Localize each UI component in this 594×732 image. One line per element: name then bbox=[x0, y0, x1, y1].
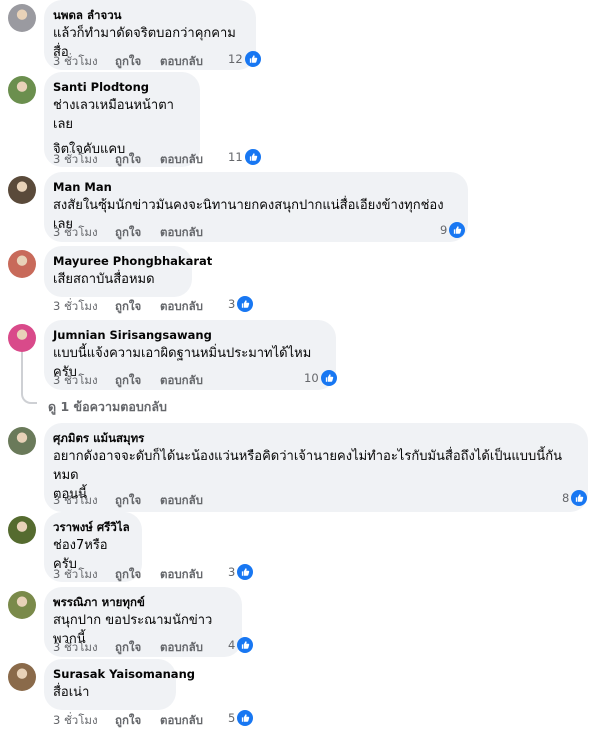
avatar[interactable] bbox=[8, 591, 36, 619]
like-reaction-icon bbox=[237, 296, 254, 312]
reaction-count[interactable]: 12 bbox=[228, 51, 261, 67]
like-button[interactable]: ถูกใจ bbox=[115, 639, 160, 657]
like-button[interactable]: ถูกใจ bbox=[115, 298, 160, 316]
like-button[interactable]: ถูกใจ bbox=[115, 492, 160, 510]
comment-author[interactable]: Santi Plodtong bbox=[53, 79, 188, 96]
like-reaction-icon bbox=[237, 564, 254, 580]
reaction-count[interactable]: 9 bbox=[440, 222, 466, 238]
reaction-number: 8 bbox=[562, 491, 570, 505]
reply-button[interactable]: ตอบกลับ bbox=[160, 372, 203, 390]
reaction-count[interactable]: 11 bbox=[228, 149, 261, 165]
comment-actions: 3 ชั่วโมง ถูกใจ ตอบกลับ bbox=[53, 372, 203, 390]
comment-actions: 3 ชั่วโมง ถูกใจ ตอบกลับ bbox=[53, 712, 203, 730]
comment-author[interactable]: Man Man bbox=[53, 179, 456, 196]
reply-button[interactable]: ตอบกลับ bbox=[160, 298, 203, 316]
comment-author[interactable]: ศุภมิตร แม้นสมุทร bbox=[53, 430, 576, 447]
reaction-count[interactable]: 3 bbox=[228, 296, 254, 312]
reaction-count[interactable]: 5 bbox=[228, 710, 254, 726]
comment-author[interactable]: พรรณิภา หายทุกข์ bbox=[53, 594, 230, 611]
avatar[interactable] bbox=[8, 427, 36, 455]
reaction-number: 9 bbox=[440, 223, 448, 237]
avatar[interactable] bbox=[8, 663, 36, 691]
like-button[interactable]: ถูกใจ bbox=[115, 53, 160, 71]
reaction-count[interactable]: 4 bbox=[228, 637, 254, 653]
comment-actions: 3 ชั่วโมง ถูกใจ ตอบกลับ bbox=[53, 224, 203, 242]
comment-author[interactable]: Mayuree Phongbhakarat bbox=[53, 253, 212, 270]
comment-bubble: Mayuree Phongbhakarat เสียสถาบันสื่อหมด bbox=[44, 246, 212, 297]
reply-button[interactable]: ตอบกลับ bbox=[160, 566, 203, 584]
reaction-count[interactable]: 8 bbox=[562, 490, 588, 506]
like-button[interactable]: ถูกใจ bbox=[115, 224, 160, 242]
comment-author[interactable]: นพดล ลำจวน bbox=[53, 7, 244, 24]
comment-time[interactable]: 3 ชั่วโมง bbox=[53, 53, 115, 71]
reaction-number: 10 bbox=[304, 371, 319, 385]
comment-time[interactable]: 3 ชั่วโมง bbox=[53, 151, 115, 169]
comment-time[interactable]: 3 ชั่วโมง bbox=[53, 639, 115, 657]
like-button[interactable]: ถูกใจ bbox=[115, 712, 160, 730]
comment-actions: 3 ชั่วโมง ถูกใจ ตอบกลับ bbox=[53, 151, 203, 169]
comment-author[interactable]: Surasak Yaisomanang bbox=[53, 666, 195, 683]
like-reaction-icon bbox=[237, 637, 254, 653]
comment-actions: 3 ชั่วโมง ถูกใจ ตอบกลับ bbox=[53, 639, 203, 657]
thread-line bbox=[21, 352, 23, 394]
reaction-number: 11 bbox=[228, 150, 243, 164]
avatar[interactable] bbox=[8, 76, 36, 104]
reply-button[interactable]: ตอบกลับ bbox=[160, 224, 203, 242]
like-reaction-icon bbox=[571, 490, 588, 506]
like-reaction-icon bbox=[237, 710, 254, 726]
comment-time[interactable]: 3 ชั่วโมง bbox=[53, 224, 115, 242]
avatar[interactable] bbox=[8, 4, 36, 32]
like-button[interactable]: ถูกใจ bbox=[115, 372, 160, 390]
reply-button[interactable]: ตอบกลับ bbox=[160, 151, 203, 169]
reaction-number: 3 bbox=[228, 565, 236, 579]
comment-time[interactable]: 3 ชั่วโมง bbox=[53, 566, 115, 584]
comment-time[interactable]: 3 ชั่วโมง bbox=[53, 298, 115, 316]
reply-button[interactable]: ตอบกลับ bbox=[160, 53, 203, 71]
reaction-count[interactable]: 3 bbox=[228, 564, 254, 580]
reaction-number: 12 bbox=[228, 52, 243, 66]
comment-author[interactable]: วราพงษ์ ศรีวิไล bbox=[53, 519, 130, 536]
reply-button[interactable]: ตอบกลับ bbox=[160, 712, 203, 730]
comment-time[interactable]: 3 ชั่วโมง bbox=[53, 372, 115, 390]
reaction-number: 5 bbox=[228, 711, 236, 725]
like-reaction-icon bbox=[449, 222, 466, 238]
comment-actions: 3 ชั่วโมง ถูกใจ ตอบกลับ bbox=[53, 566, 203, 584]
view-replies-link[interactable]: ดู 1 ข้อความตอบกลับ bbox=[48, 397, 167, 417]
comment-text: อยากดังอาจจะดับก็ได้นะน้องแว่นหรือคิดว่า… bbox=[53, 449, 562, 483]
like-button[interactable]: ถูกใจ bbox=[115, 151, 160, 169]
comment-text: เสียสถาบันสื่อหมด bbox=[53, 272, 155, 287]
comment-actions: 3 ชั่วโมง ถูกใจ ตอบกลับ bbox=[53, 298, 203, 316]
reply-button[interactable]: ตอบกลับ bbox=[160, 639, 203, 657]
like-reaction-icon bbox=[244, 51, 261, 67]
comment-author[interactable]: Jumnian Sirisangsawang bbox=[53, 327, 324, 344]
thread-connector bbox=[21, 392, 37, 404]
reply-button[interactable]: ตอบกลับ bbox=[160, 492, 203, 510]
like-button[interactable]: ถูกใจ bbox=[115, 566, 160, 584]
avatar[interactable] bbox=[8, 176, 36, 204]
reaction-count[interactable]: 10 bbox=[304, 370, 337, 386]
reaction-number: 4 bbox=[228, 638, 236, 652]
comment-time[interactable]: 3 ชั่วโมง bbox=[53, 712, 115, 730]
like-reaction-icon bbox=[320, 370, 337, 386]
comment-text: สื่อเน่า bbox=[53, 685, 90, 700]
comment-actions: 3 ชั่วโมง ถูกใจ ตอบกลับ bbox=[53, 53, 203, 71]
comment-time[interactable]: 3 ชั่วโมง bbox=[53, 492, 115, 510]
avatar[interactable] bbox=[8, 250, 36, 278]
avatar[interactable] bbox=[8, 324, 36, 352]
reaction-number: 3 bbox=[228, 297, 236, 311]
comment-bubble: Surasak Yaisomanang สื่อเน่า bbox=[44, 659, 195, 710]
avatar[interactable] bbox=[8, 516, 36, 544]
like-reaction-icon bbox=[244, 149, 261, 165]
comment-actions: 3 ชั่วโมง ถูกใจ ตอบกลับ bbox=[53, 492, 203, 510]
comment-text: ช่างเลวเหมือนหน้าตาเลย bbox=[53, 98, 174, 132]
